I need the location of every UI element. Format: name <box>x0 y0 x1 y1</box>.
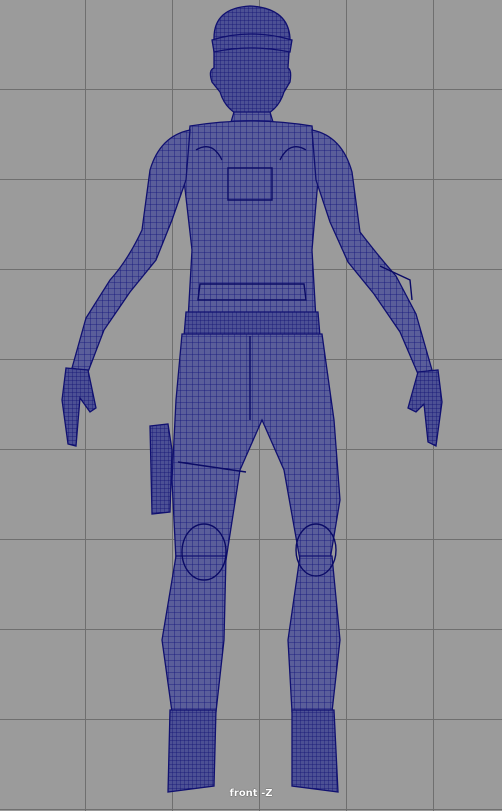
holster-mesh <box>149 423 173 515</box>
character-wireframe[interactable] <box>0 0 502 811</box>
belt-mesh <box>183 311 321 337</box>
camera-label: front -Z <box>229 788 273 799</box>
left-hand-mesh <box>61 367 97 447</box>
left-arm-mesh <box>71 129 191 373</box>
pants-mesh <box>171 333 341 561</box>
head-mesh <box>209 5 292 119</box>
right-leg-mesh <box>287 555 341 713</box>
right-arm-mesh <box>311 129 433 375</box>
torso-mesh <box>183 120 319 321</box>
front-viewport[interactable]: front -Z <box>0 0 502 811</box>
right-boot-mesh <box>291 709 339 793</box>
left-leg-mesh <box>161 555 227 713</box>
left-boot-mesh <box>167 709 217 793</box>
right-hand-mesh <box>407 369 443 447</box>
